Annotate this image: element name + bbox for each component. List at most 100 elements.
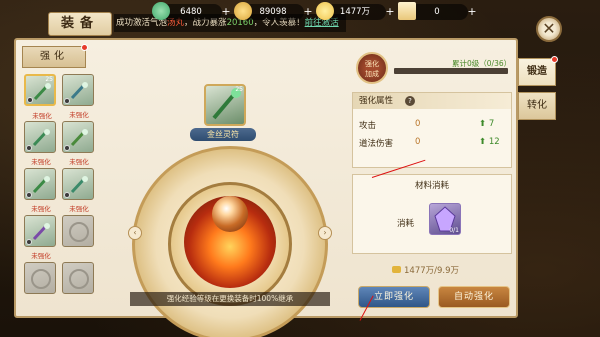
attribute-value: 0 [415,119,421,129]
slot-level: 25 [45,76,53,83]
material-slot[interactable]: 0/1 [429,203,461,235]
slot-status: 未强化 [69,158,89,166]
empty-slot-icon [69,269,89,289]
equipment-icon [70,82,88,100]
item-name: 金丝灵符 [190,128,256,141]
attribute-name: 道法伤害 [359,139,394,149]
attribute-gain-value: 7 [488,119,495,129]
next-arrow-icon[interactable]: › [318,226,332,240]
jade-icon [152,2,170,20]
slot-status: 未强化 [31,205,51,213]
currency-coin: 1477万 + [316,2,395,20]
attribute-gain: ⬆ 12 [479,137,500,147]
equipment-slots: 25 未强化 未强化 未强化 未强化 未强化 未强化 未强化 [24,74,94,294]
selected-item-icon[interactable]: 25 [204,84,246,126]
item-level: 25 [235,86,243,93]
attribute-row: 道法伤害 0 ⬆ 12 [353,133,511,151]
inherit-note: 强化经验等级在更换装备时100%继承 [130,292,330,306]
currency-ingot-value: 89098 [259,7,287,17]
currency-scroll-value: 0 [434,7,440,17]
gold-icon [392,266,401,273]
auto-strengthen-button[interactable]: 自动强化 [438,286,510,308]
currency-ingot: 89098 + [234,2,313,20]
strengthen-info: 强化 加成 累计0级（0/36） 强化属性 ? 攻击 0 ⬆ 7 道法伤害 0 … [348,46,514,314]
lock-icon [27,97,33,103]
currency-jade-value: 6480 [180,7,202,17]
help-icon[interactable]: ? [405,96,415,106]
lock-icon [26,145,32,151]
tab-convert[interactable]: 转化 [518,92,556,120]
tab-forge[interactable]: 锻造 [518,56,558,86]
equipment-slot[interactable]: 未强化 [62,168,94,213]
gold-need-text: 1477万/9.9万 [404,266,460,276]
page-title: 装备 [48,12,112,36]
top-bar: 装备 成功激活气泡汤丸，战力暴涨20160，令人羡慕！前往激活 6480 + 8… [0,0,600,38]
slot-status: 未强化 [69,111,89,119]
attribute-title-text: 强化属性 [359,96,394,106]
gold-requirement: 1477万/9.9万 [392,264,459,276]
tab-forge-label: 锻造 [527,66,547,77]
consume-label: 消耗 [397,219,415,229]
badge-line2: 加成 [365,70,379,78]
tab-convert-label: 转化 [527,100,547,111]
strengthen-stage: ‹ › 25 金丝灵符 强化经验等级在更换装备时100%继承 [120,46,340,337]
lock-icon [64,192,70,198]
lock-icon [64,145,70,151]
ingot-icon [234,2,252,20]
empty-slot-icon [31,269,51,289]
attribute-name: 攻击 [359,121,377,131]
material-title: 材料消耗 [414,181,449,191]
attribute-gain-value: 12 [488,137,500,147]
close-icon: ✕ [542,19,556,38]
close-button[interactable]: ✕ [536,16,562,42]
slot-status: 未强化 [31,252,51,260]
currency-coin-value: 1477万 [339,7,371,17]
empty-slot-icon [69,222,89,242]
equipment-list: 强化 25 未强化 未强化 未强化 未强化 未强化 未强化 未强化 [22,44,94,314]
material-qty: 0/1 [449,227,459,234]
material-box: 材料消耗 消耗 0/1 [352,174,512,254]
badge-line1: 强化 [365,60,379,68]
equipment-slot[interactable]: 未强化 [24,168,56,213]
equipment-icon [70,129,88,147]
attribute-gain: ⬆ 7 [479,119,495,129]
equipment-slot[interactable] [62,262,94,294]
currency-scroll: 0 + [398,2,477,20]
equipment-slot[interactable]: 25 未强化 [24,74,56,120]
add-jade-button[interactable]: + [220,4,232,20]
equipment-icon [32,176,50,194]
lock-icon [64,98,70,104]
lock-icon [26,192,32,198]
equipment-slot[interactable] [24,262,56,294]
coin-icon [316,2,334,20]
equipment-slot[interactable]: 未强化 [62,74,94,119]
attribute-title: 强化属性 ? [353,93,511,109]
cumulative-progress-bar [394,68,508,74]
lock-icon [26,239,32,245]
attribute-value: 0 [415,137,421,147]
spirit-orb [212,196,248,232]
attribute-row: 攻击 0 ⬆ 7 [353,115,511,133]
slot-status: 未强化 [69,205,89,213]
attribute-box: 强化属性 ? 攻击 0 ⬆ 7 道法伤害 0 ⬆ 12 [352,92,512,168]
prev-arrow-icon[interactable]: ‹ [128,226,142,240]
equipment-icon [70,176,88,194]
slot-status: 未强化 [32,112,52,120]
add-coin-button[interactable]: + [384,4,396,20]
equipment-slot[interactable]: 未强化 [24,215,56,260]
equipment-slot[interactable]: 未强化 [62,121,94,166]
equipment-icon [32,129,50,147]
strengthen-bonus-badge[interactable]: 强化 加成 [356,52,388,84]
add-ingot-button[interactable]: + [302,4,314,20]
slot-status: 未强化 [31,158,51,166]
add-scroll-button[interactable]: + [466,4,478,20]
tab-strengthen-label: 强化 [40,51,68,62]
equipment-slot[interactable] [62,215,94,247]
equipment-icon [33,83,51,101]
equipment-icon [32,223,50,241]
notification-dot [551,56,558,63]
equipment-slot[interactable]: 未强化 [24,121,56,166]
ticker-text-a: 成功激活 [116,18,151,28]
notification-dot [81,44,88,51]
tab-strengthen[interactable]: 强化 [22,44,88,68]
